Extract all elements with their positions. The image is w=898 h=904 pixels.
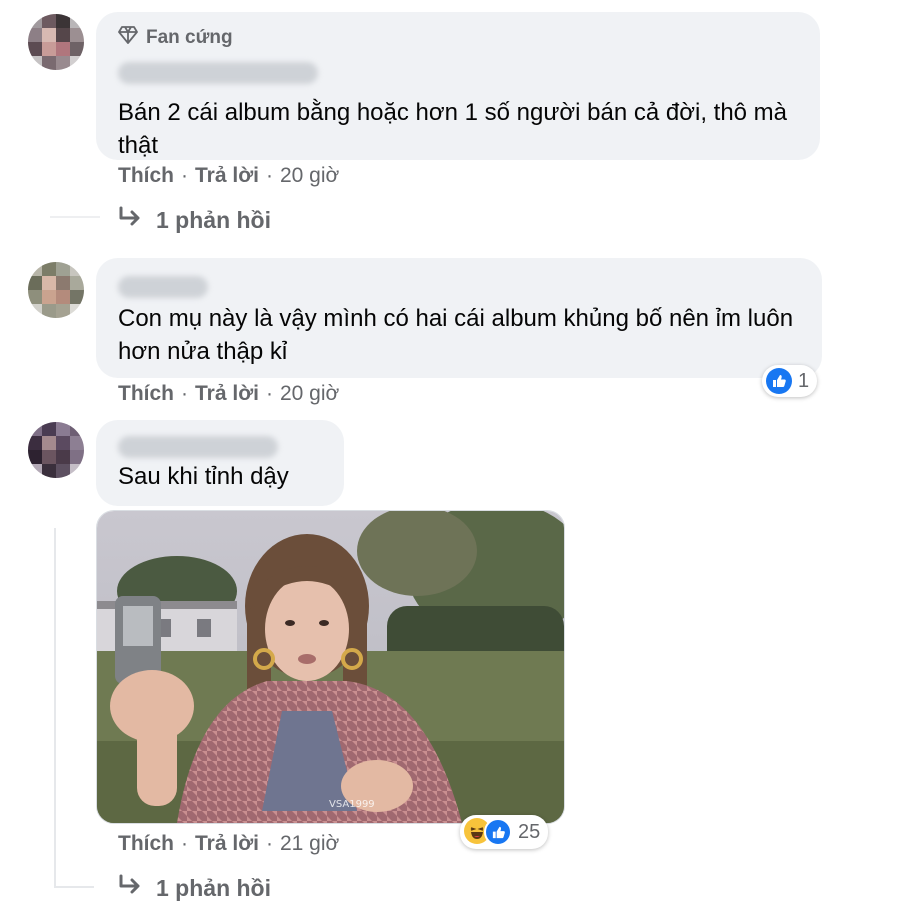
comment-photo[interactable]: VSA1999 <box>96 510 565 824</box>
author-name-blurred[interactable] <box>118 276 208 298</box>
replies-label: 1 phản hồi <box>156 874 271 901</box>
reply-arrow-icon <box>118 874 144 902</box>
author-name-blurred[interactable] <box>118 62 318 84</box>
avatar[interactable] <box>28 14 84 70</box>
fan-badge[interactable]: Fan cứng <box>118 26 233 50</box>
replies-label: 1 phản hồi <box>156 206 271 233</box>
reaction-count: 25 <box>518 820 541 843</box>
author-name-blurred[interactable] <box>118 436 278 458</box>
like-link[interactable]: Thích <box>118 832 174 856</box>
reaction-summary[interactable]: 25 <box>460 815 549 849</box>
comment-actions: Thích · Trả lời · 20 giờ <box>118 382 339 406</box>
comment-actions: Thích · Trả lời · 20 giờ <box>118 164 339 188</box>
avatar[interactable] <box>28 422 84 478</box>
thread-stub-1 <box>50 216 100 218</box>
comment-bubble: Con mụ này là vậy mình có hai cái album … <box>96 258 822 378</box>
comment-text: Con mụ này là vậy mình có hai cái album … <box>118 305 794 365</box>
separator-dot: · <box>181 832 188 855</box>
comment-text: Bán 2 cái album bằng hoặc hơn 1 số người… <box>118 99 788 159</box>
like-link[interactable]: Thích <box>118 164 174 188</box>
separator-dot: · <box>265 832 273 855</box>
comment-actions: Thích · Trả lời · 21 giờ <box>118 832 339 856</box>
timestamp[interactable]: 20 giờ <box>280 164 339 188</box>
like-link[interactable]: Thích <box>118 382 174 406</box>
thread-line <box>54 528 56 888</box>
diamond-icon <box>118 26 138 50</box>
reply-link[interactable]: Trả lời <box>195 382 259 406</box>
reply-link[interactable]: Trả lời <box>195 832 259 856</box>
reaction-summary[interactable]: 1 <box>762 365 818 397</box>
meme-image: VSA1999 <box>97 511 564 823</box>
reply-arrow-icon <box>118 206 144 234</box>
avatar[interactable] <box>28 262 84 318</box>
like-reaction-icon <box>766 368 792 394</box>
separator-dot: · <box>265 164 273 187</box>
separator-dot: · <box>265 382 273 405</box>
reply-link[interactable]: Trả lời <box>195 164 259 188</box>
image-watermark: VSA1999 <box>329 799 375 810</box>
view-replies-button[interactable]: 1 phản hồi <box>118 206 271 234</box>
comment-text: Sau khi tỉnh dậy <box>118 463 289 490</box>
view-replies-button[interactable]: 1 phản hồi <box>118 874 271 902</box>
comment-bubble: Fan cứng Bán 2 cái album bằng hoặc hơn 1… <box>96 12 820 160</box>
separator-dot: · <box>181 164 188 187</box>
badge-label: Fan cứng <box>146 27 233 48</box>
like-reaction-icon <box>484 818 512 846</box>
reaction-count: 1 <box>798 369 810 392</box>
comment-bubble: Sau khi tỉnh dậy <box>96 420 344 506</box>
thread-reply-curve <box>54 886 94 888</box>
separator-dot: · <box>181 382 188 405</box>
timestamp[interactable]: 21 giờ <box>280 832 339 856</box>
timestamp[interactable]: 20 giờ <box>280 382 339 406</box>
